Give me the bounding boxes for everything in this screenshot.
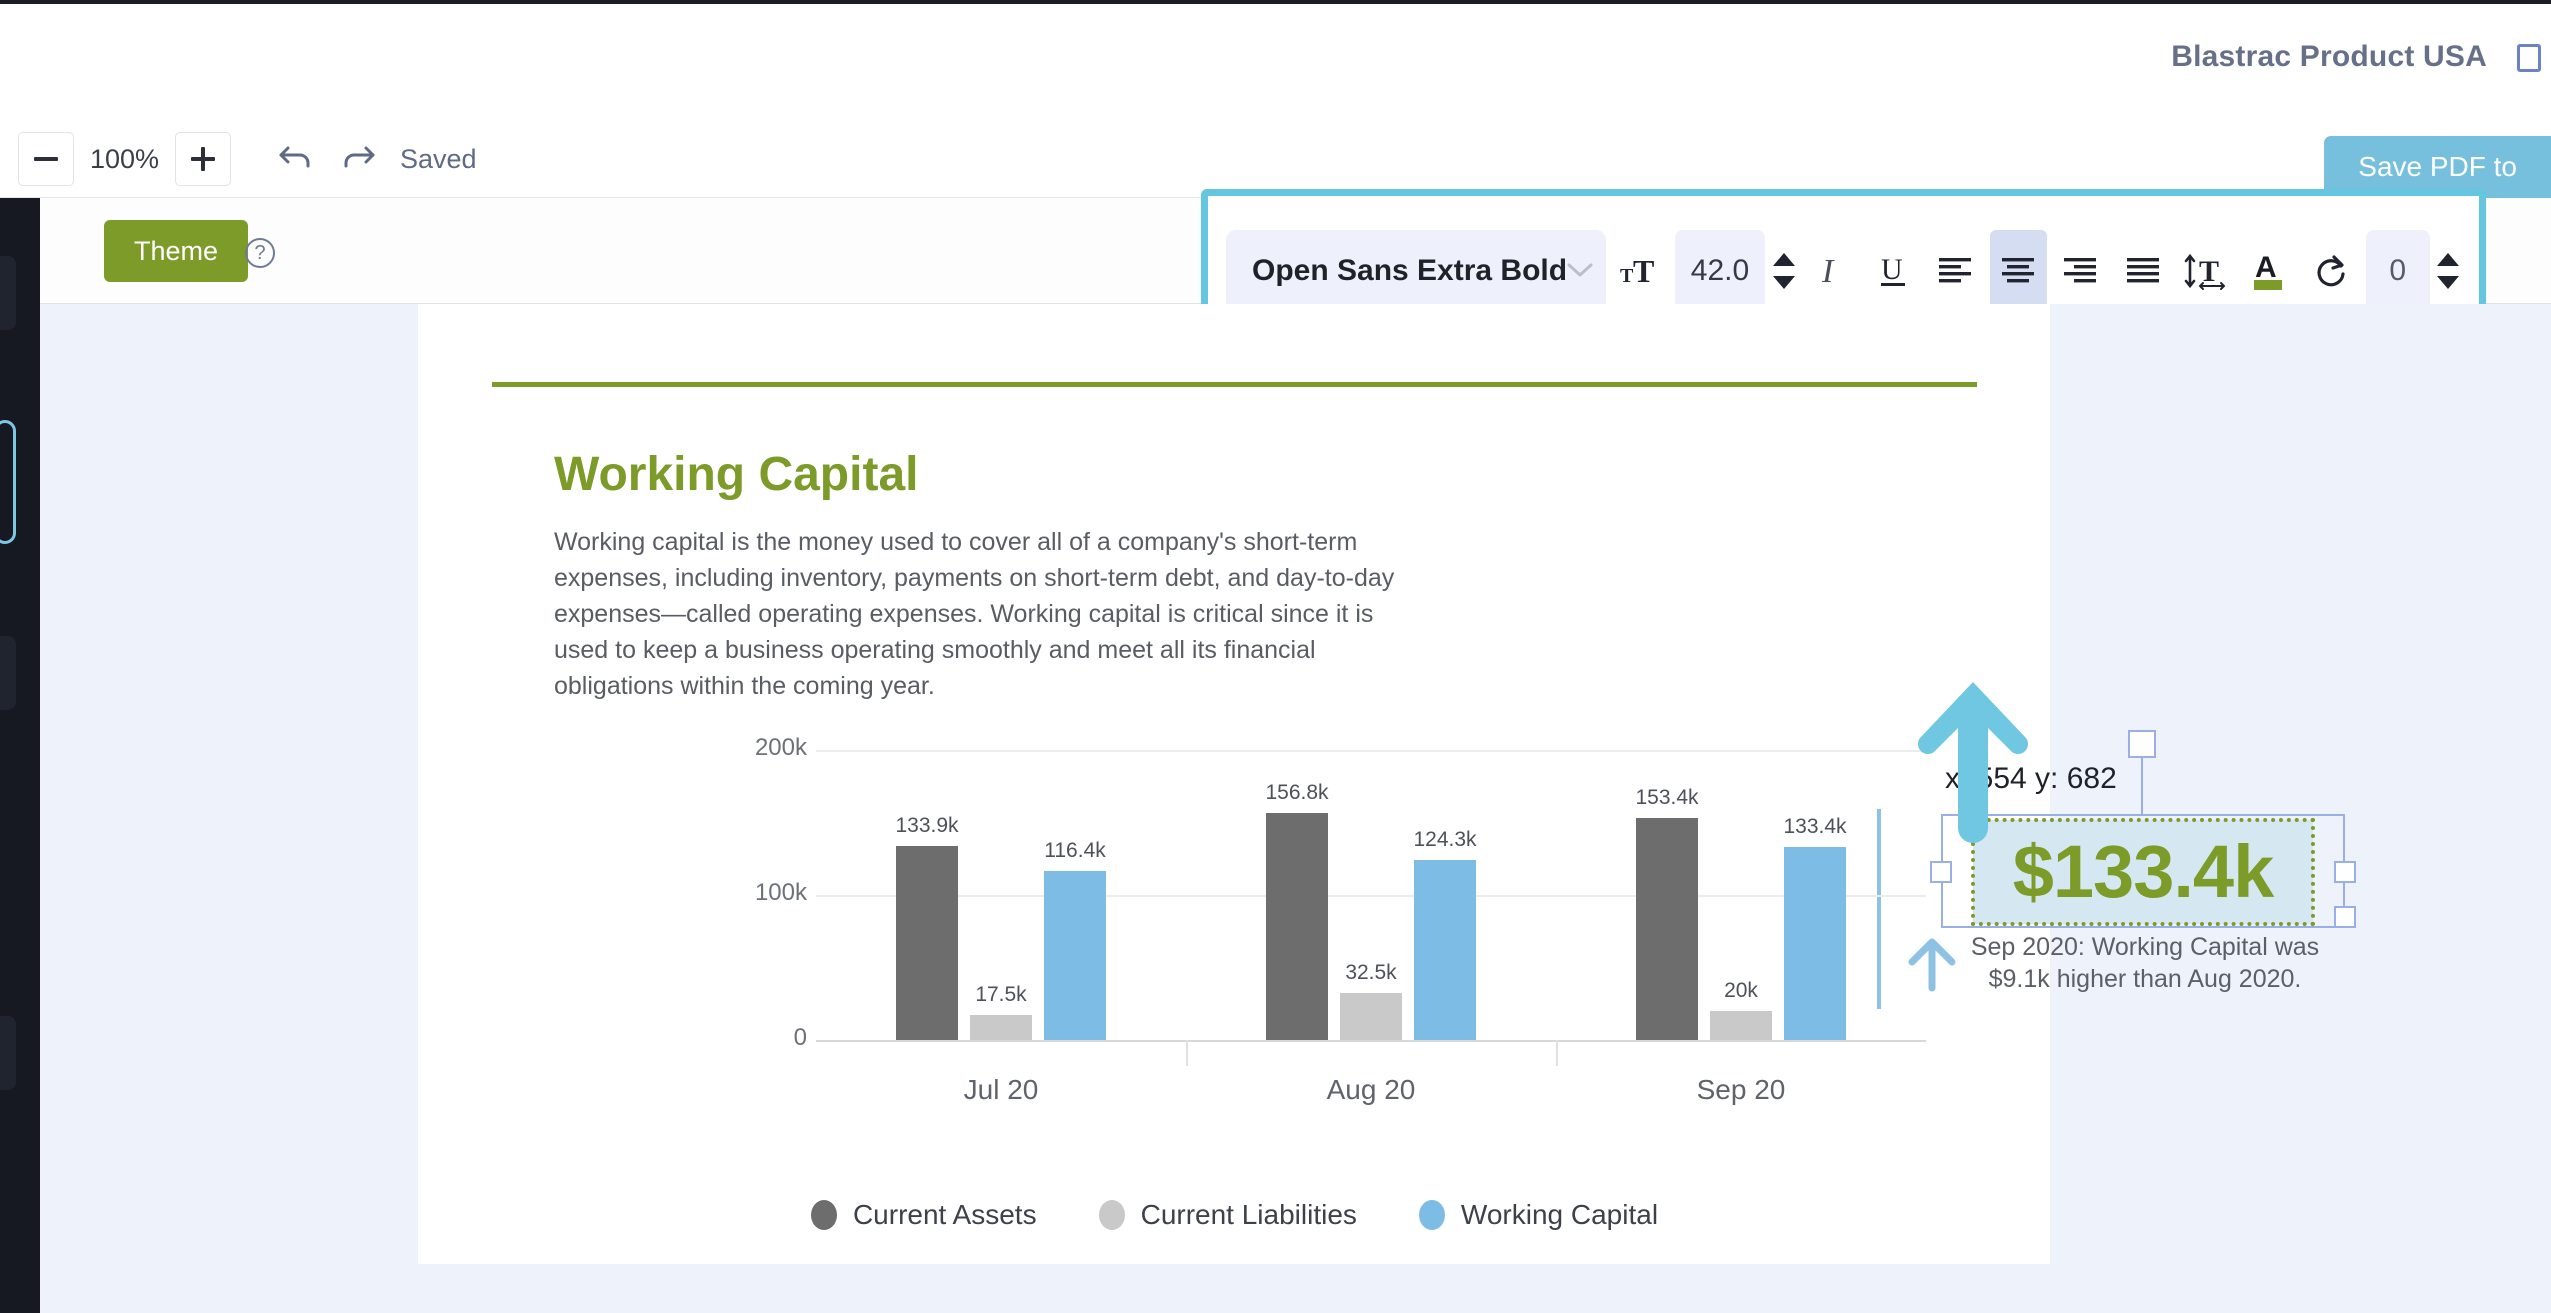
rail-tab-2[interactable] <box>0 636 16 710</box>
font-size-increase-arrow[interactable] <box>1773 252 1795 266</box>
chart-bar <box>896 845 958 1040</box>
chart-bar <box>1266 812 1328 1040</box>
chart-legend: Current Assets Current Liabilities Working… <box>492 1199 1977 1231</box>
bar-value-label: 20k <box>1724 979 1758 1002</box>
rotation-stepper[interactable] <box>2436 230 2461 312</box>
help-circle-icon[interactable]: ? <box>245 238 275 268</box>
bar-value-label: 153.4k <box>1635 785 1699 809</box>
x-axis-category-label: Jul 20 <box>963 1074 1039 1105</box>
rotate-icon[interactable] <box>2303 230 2360 312</box>
font-size-stepper[interactable] <box>1771 230 1796 312</box>
rotation-handle-stem <box>2141 758 2143 814</box>
x-axis-category-label: Sep 20 <box>1696 1074 1786 1105</box>
zoom-controls: 100% <box>18 132 232 186</box>
rail-highlight-pill <box>0 420 16 544</box>
align-center-icon[interactable] <box>1990 229 2047 312</box>
kpi-caption[interactable]: Sep 2020: Working Capital was $9.1k high… <box>1970 931 2320 995</box>
rotation-decrease-arrow[interactable] <box>2437 275 2460 289</box>
chart-bar <box>1414 859 1476 1040</box>
gridline <box>816 750 1926 752</box>
align-right-icon[interactable] <box>2053 230 2110 312</box>
gridline <box>816 895 1926 897</box>
zoom-history-bar: 100% Saved <box>0 120 2551 198</box>
section-body-text[interactable]: Working capital is the money used to cov… <box>554 524 1422 704</box>
x-axis-tick <box>1556 1040 1558 1066</box>
canvas-workspace[interactable]: Working Capital Working capital is the m… <box>40 304 2551 1313</box>
kpi-value-text: $133.4k <box>2012 830 2274 913</box>
y-axis-tick-label: 200k <box>754 734 807 761</box>
font-size-decrease-arrow[interactable] <box>1773 275 1795 289</box>
annotation-up-arrow-icon <box>1914 676 2032 853</box>
redo-arrow-icon[interactable] <box>340 142 376 175</box>
save-status-label: Saved <box>400 144 477 174</box>
bar-value-label: 133.4k <box>1783 814 1847 838</box>
svg-text:U: U <box>1881 253 1903 286</box>
align-left-icon[interactable] <box>1928 230 1985 312</box>
legend-label: Working Capital <box>1460 1199 1659 1230</box>
bar-chart[interactable]: 0 100k 200k 133.9k 17.5k 116.4k 156.8k 32.5k 12… <box>492 704 1992 1184</box>
chart-baseline <box>816 1040 1926 1042</box>
bar-value-label: 156.8k <box>1265 780 1329 804</box>
chart-bar <box>1340 992 1402 1040</box>
edit-square-icon[interactable] <box>2517 44 2541 72</box>
section-title[interactable]: Working Capital <box>554 447 918 502</box>
bar-value-label: 116.4k <box>1044 839 1106 863</box>
legend-item[interactable]: Current Assets <box>810 1199 1037 1231</box>
history-controls <box>278 142 376 175</box>
zoom-out-button[interactable] <box>18 132 74 186</box>
legend-color-dot <box>1418 1200 1445 1230</box>
legend-label: Current Liabilities <box>1140 1199 1357 1230</box>
legend-item[interactable]: Working Capital <box>1418 1199 1659 1231</box>
zoom-in-button[interactable] <box>175 132 232 186</box>
svg-text:I: I <box>1821 253 1835 290</box>
chart-bar <box>970 1014 1032 1040</box>
legend-item[interactable]: Current Liabilities <box>1098 1199 1357 1231</box>
font-color-button[interactable]: A <box>2241 230 2298 312</box>
chart-bar <box>1710 1011 1772 1040</box>
chevron-down-icon <box>1567 258 1593 284</box>
rotation-handle[interactable] <box>2128 730 2156 758</box>
font-size-input[interactable]: 42.0 <box>1674 229 1766 312</box>
chart-bar <box>1636 817 1698 1040</box>
align-justify-icon[interactable] <box>2115 230 2172 312</box>
bar-value-label: 32.5k <box>1345 960 1397 984</box>
theme-button[interactable]: Theme <box>104 220 249 282</box>
legend-color-dot <box>1098 1200 1125 1230</box>
chart-bar <box>1044 871 1106 1040</box>
font-family-select[interactable]: Open Sans Extra Bold <box>1226 229 1606 312</box>
legend-label: Current Assets <box>852 1199 1037 1230</box>
x-axis-tick <box>1186 1040 1188 1066</box>
rail-tab-1[interactable] <box>0 256 16 330</box>
x-axis-category-label: Aug 20 <box>1326 1074 1416 1105</box>
document-title: Blastrac Product USA <box>2171 40 2487 73</box>
line-spacing-icon[interactable]: T <box>2178 230 2235 312</box>
left-sidebar-rail <box>0 198 40 1313</box>
underline-button[interactable]: U <box>1865 230 1922 312</box>
font-family-value: Open Sans Extra Bold <box>1252 253 1568 287</box>
bar-value-label: 17.5k <box>975 982 1027 1006</box>
resize-handle-bottom-right[interactable] <box>2334 906 2356 928</box>
bar-value-label: 124.3k <box>1413 827 1477 851</box>
svg-text:A: A <box>2255 251 2277 284</box>
rotation-input[interactable]: 0 <box>2365 229 2430 312</box>
font-size-icon: T T <box>1612 230 1669 312</box>
svg-text:T: T <box>1633 253 1654 289</box>
rail-tab-3[interactable] <box>0 1016 16 1090</box>
report-page[interactable]: Working Capital Working capital is the m… <box>418 304 2356 1264</box>
bar-value-label: 133.9k <box>895 813 959 837</box>
zoom-level-label: 100% <box>90 143 160 174</box>
resize-handle-right[interactable] <box>2334 861 2356 883</box>
italic-button[interactable]: I <box>1803 230 1860 312</box>
rotation-increase-arrow[interactable] <box>2437 252 2460 266</box>
app-root: Blastrac Product USA 100% Saved Save PDF… <box>0 0 2551 1313</box>
svg-text:T: T <box>1620 265 1634 287</box>
chart-bar <box>1784 846 1846 1040</box>
y-axis-tick-label: 100k <box>754 879 807 906</box>
y-axis-tick-label: 0 <box>793 1024 807 1051</box>
top-header-bar: Blastrac Product USA <box>0 0 2551 120</box>
page-top-rule <box>492 382 1977 387</box>
undo-arrow-icon[interactable] <box>278 142 314 175</box>
legend-color-dot <box>810 1200 837 1230</box>
